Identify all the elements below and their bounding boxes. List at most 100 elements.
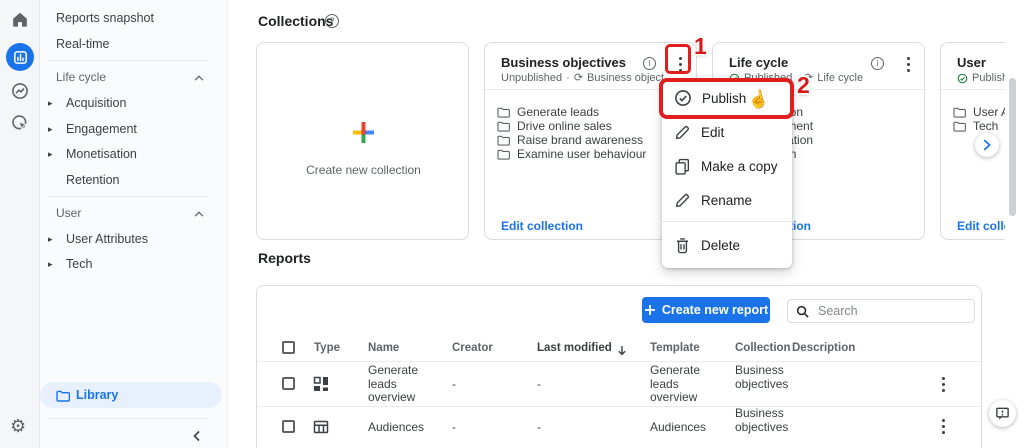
menu-item-rename[interactable]: Rename <box>662 183 792 217</box>
sidebar-divider <box>48 418 208 419</box>
search-input[interactable] <box>787 299 975 323</box>
report-last-modified: - <box>537 420 541 434</box>
sidebar-item-real-time[interactable]: Real-time <box>56 37 110 51</box>
info-icon[interactable]: i <box>871 57 884 70</box>
detail-report-type-icon <box>313 419 329 440</box>
help-icon[interactable]: ? <box>325 14 339 28</box>
create-new-report-button[interactable]: Create new report <box>642 297 770 323</box>
edit-collection-link[interactable]: Edit collection <box>501 219 583 233</box>
create-collection-label: Create new collection <box>306 163 421 177</box>
column-header-description[interactable]: Description <box>792 342 855 354</box>
column-header-creator[interactable]: Creator <box>452 342 493 354</box>
column-header-last-modified[interactable]: Last modified <box>537 342 612 354</box>
select-all-checkbox[interactable] <box>282 341 295 354</box>
sidebar-divider <box>48 60 208 61</box>
google-plus-icon <box>350 119 377 151</box>
sidebar-section-life-cycle[interactable]: Life cycle <box>56 70 106 84</box>
collection-topic: Generate leads <box>497 105 599 119</box>
menu-item-edit[interactable]: Edit <box>662 115 792 149</box>
report-last-modified: - <box>537 377 541 391</box>
scrollbar-thumb[interactable] <box>1009 78 1016 216</box>
published-check-icon <box>957 73 968 83</box>
table-row-divider <box>257 406 981 407</box>
annotation-box-step1 <box>665 44 691 74</box>
collection-topic: User Attributes <box>953 105 1005 119</box>
expand-arrow-icon[interactable]: ▸ <box>48 234 53 245</box>
row-menu-icon[interactable] <box>939 417 947 435</box>
expand-arrow-icon[interactable]: ▸ <box>48 98 53 109</box>
report-collection: Business objectives <box>735 406 789 434</box>
folder-icon <box>56 389 71 407</box>
menu-item-delete[interactable]: Delete <box>662 228 792 262</box>
annotation-number-1: 1 <box>694 33 707 59</box>
report-creator: - <box>452 377 456 391</box>
trash-icon <box>676 237 689 253</box>
sort-descending-icon[interactable] <box>617 343 627 361</box>
expand-arrow-icon[interactable]: ▸ <box>48 124 53 135</box>
sidebar-item-engagement[interactable]: Engagement <box>66 122 137 136</box>
reports-heading: Reports <box>258 250 311 266</box>
collections-strip: Create new collection Business objective… <box>256 42 1005 240</box>
sidebar-item-library[interactable]: Library <box>40 382 222 408</box>
sidebar-item-reports-snapshot[interactable]: Reports snapshot <box>56 11 154 25</box>
sidebar-item-retention[interactable]: Retention <box>66 173 120 187</box>
report-name: Generate leads overview <box>368 363 419 404</box>
folder-icon <box>497 107 510 118</box>
column-header-type[interactable]: Type <box>314 342 340 354</box>
collection-topic: Drive online sales <box>497 119 612 133</box>
collections-heading: Collections <box>258 13 334 29</box>
sidebar-item-user-attributes[interactable]: User Attributes <box>66 232 148 246</box>
report-template: Generate leads overview <box>650 363 701 404</box>
sidebar-divider <box>48 196 208 197</box>
home-icon[interactable] <box>10 10 30 35</box>
reports-nav-icon[interactable] <box>6 43 34 71</box>
folder-icon <box>497 135 510 146</box>
row-checkbox[interactable] <box>282 420 295 433</box>
template-ref: Life cycle <box>817 72 864 84</box>
chevron-up-icon[interactable] <box>193 71 205 89</box>
column-header-collection[interactable]: Collection <box>735 342 791 354</box>
folder-icon <box>497 149 510 160</box>
collection-topic: Tech <box>953 119 998 133</box>
menu-item-make-a-copy[interactable]: Make a copy <box>662 149 792 183</box>
folder-icon <box>953 107 966 118</box>
report-name: Audiences <box>368 420 425 434</box>
card-title: Business objectives <box>501 55 626 70</box>
nav-rail: ⚙ <box>0 0 40 448</box>
settings-gear-icon[interactable]: ⚙ <box>10 416 26 436</box>
create-collection-card[interactable]: Create new collection <box>256 42 469 240</box>
chevron-up-icon[interactable] <box>193 207 205 225</box>
sidebar-item-monetisation[interactable]: Monetisation <box>66 147 137 161</box>
card-menu-icon[interactable] <box>903 56 913 72</box>
overview-report-type-icon <box>313 376 329 397</box>
column-header-template[interactable]: Template <box>650 342 700 354</box>
sidebar-item-acquisition[interactable]: Acquisition <box>66 96 126 110</box>
info-icon[interactable]: i <box>643 57 656 70</box>
table-header-divider <box>257 361 981 362</box>
card-status-row: Published · <box>957 72 1005 84</box>
carousel-next-button[interactable] <box>975 133 999 157</box>
row-menu-icon[interactable] <box>939 375 947 393</box>
advertising-icon[interactable] <box>11 114 29 137</box>
search-icon <box>796 305 809 323</box>
card-divider <box>941 89 1005 90</box>
pencil-icon <box>675 125 690 139</box>
sidebar-section-user[interactable]: User <box>56 206 81 220</box>
sidebar-item-tech[interactable]: Tech <box>66 257 92 271</box>
explore-icon[interactable] <box>11 82 29 105</box>
expand-arrow-icon[interactable]: ▸ <box>48 259 53 270</box>
card-title: User <box>957 55 986 70</box>
collapse-sidebar-icon[interactable] <box>190 429 204 448</box>
report-collection: Business objectives <box>735 363 789 391</box>
report-template: Audiences <box>650 420 707 434</box>
expand-arrow-icon[interactable]: ▸ <box>48 149 53 160</box>
annotation-number-2: 2 <box>797 72 810 98</box>
pointer-cursor-icon: ☝ <box>746 88 771 112</box>
chevron-right-icon <box>983 139 991 151</box>
feedback-button[interactable] <box>989 400 1016 427</box>
row-checkbox[interactable] <box>282 377 295 390</box>
column-header-name[interactable]: Name <box>368 342 399 354</box>
edit-collection-link[interactable]: Edit collection <box>957 219 1005 233</box>
card-title: Life cycle <box>729 55 789 70</box>
folder-icon <box>497 121 510 132</box>
